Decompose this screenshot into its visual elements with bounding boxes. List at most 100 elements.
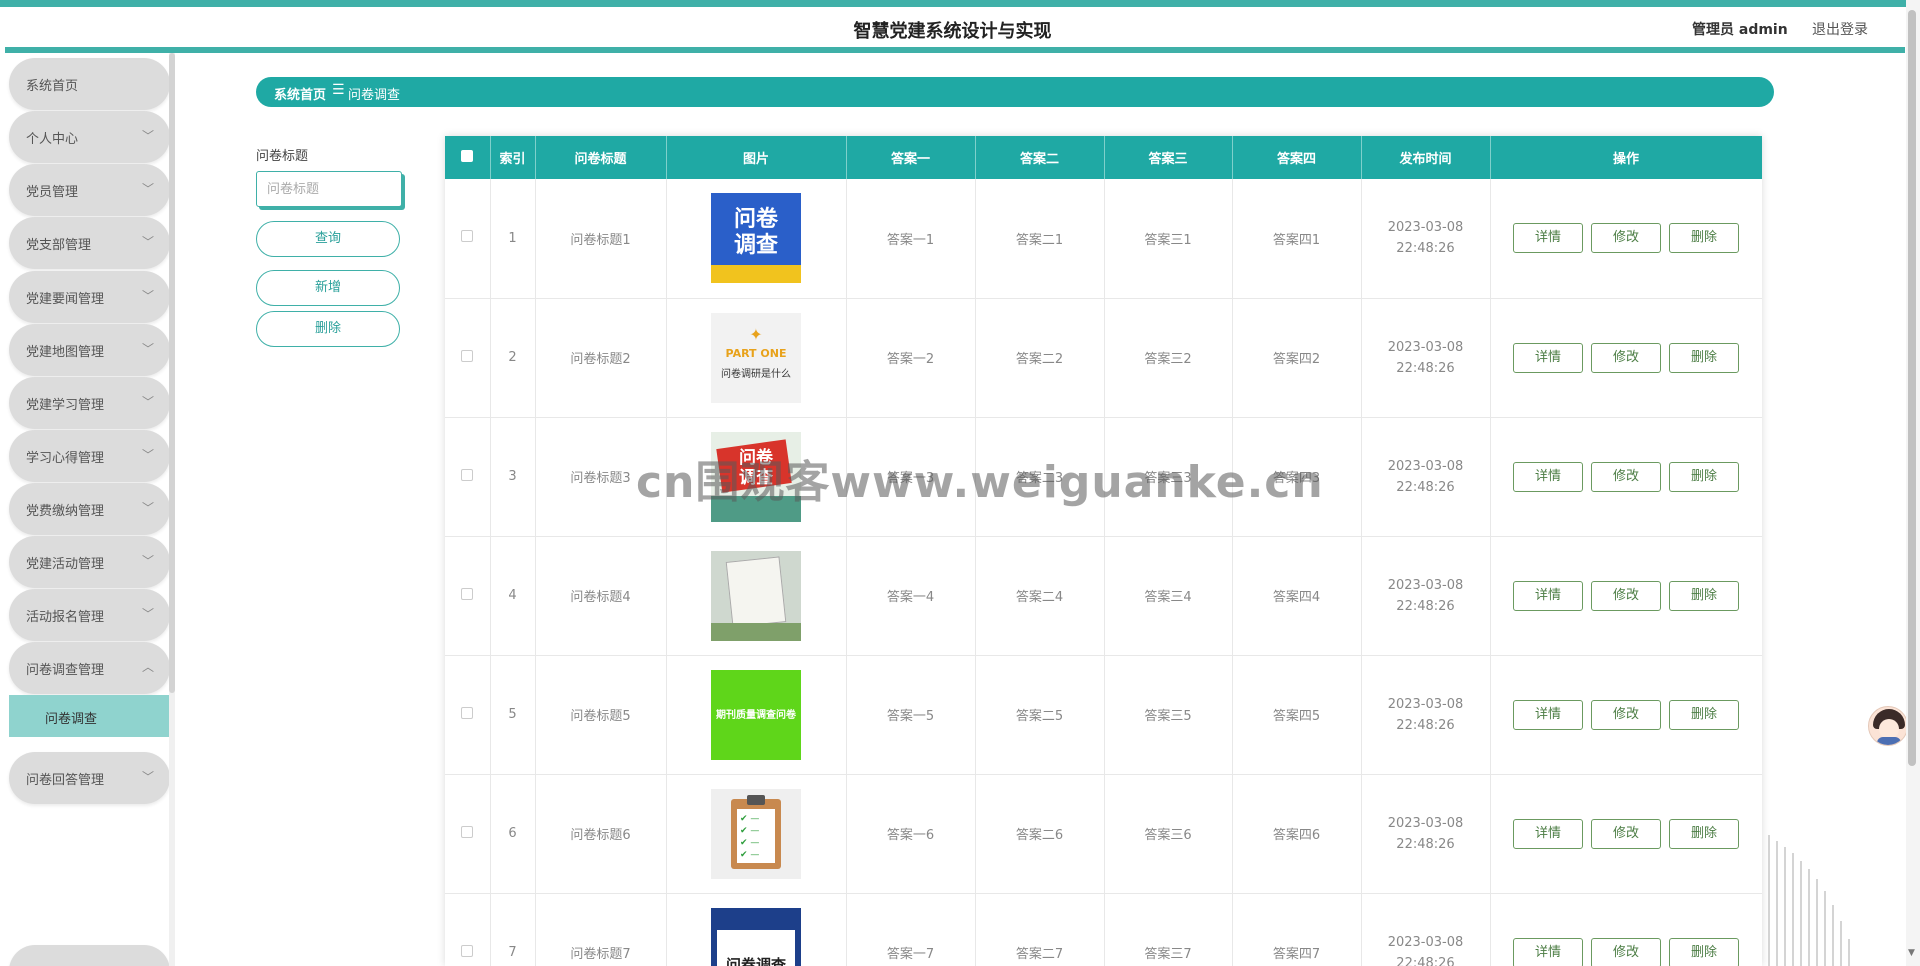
search-title-input[interactable] bbox=[256, 171, 402, 207]
image-subcaption: 问卷调研是什么 bbox=[721, 368, 791, 380]
scroll-down-arrow-icon[interactable]: ▼ bbox=[1908, 948, 1915, 958]
row-checkbox[interactable] bbox=[461, 230, 474, 243]
row-checkbox[interactable] bbox=[461, 944, 474, 957]
cell-answer-2: 答案二7 bbox=[975, 893, 1105, 966]
image-caption: 期刊质量调查问卷 bbox=[716, 709, 796, 721]
column-header: 图片 bbox=[666, 136, 847, 179]
avatar-face bbox=[1879, 719, 1899, 739]
row-checkbox[interactable] bbox=[461, 825, 474, 838]
delete-button[interactable]: 删除 bbox=[1669, 818, 1739, 849]
cell-answer-2: 答案二5 bbox=[975, 655, 1105, 775]
sidebar-scrollbar-thumb[interactable] bbox=[169, 53, 175, 693]
sidebar-item-home[interactable]: 系统首页 bbox=[9, 58, 170, 110]
add-button[interactable]: 新增 bbox=[256, 270, 400, 306]
breadcrumb-current: 问卷调查 bbox=[348, 88, 401, 103]
chevron-down-icon: ﹀ bbox=[141, 448, 154, 462]
chevron-up-icon: ︿ bbox=[141, 660, 154, 674]
cell-answer-2: 答案二4 bbox=[975, 536, 1105, 656]
edit-button[interactable]: 修改 bbox=[1591, 223, 1661, 254]
sidebar-item-study-mgmt[interactable]: 党建学习管理 ﹀ bbox=[9, 377, 170, 429]
edit-button[interactable]: 修改 bbox=[1591, 342, 1661, 373]
sidebar-item-answer-mgmt[interactable]: 问卷回答管理 ﹀ bbox=[9, 752, 170, 804]
delete-button[interactable]: 删除 bbox=[1669, 461, 1739, 492]
edit-button[interactable]: 修改 bbox=[1591, 580, 1661, 611]
avatar-body bbox=[1877, 737, 1901, 745]
row-checkbox[interactable] bbox=[461, 349, 474, 362]
assistant-avatar[interactable] bbox=[1868, 706, 1908, 746]
column-header: 答案一 bbox=[846, 136, 976, 179]
detail-button[interactable]: 详情 bbox=[1513, 223, 1583, 254]
delete-button[interactable]: 删除 bbox=[1669, 580, 1739, 611]
cell-answer-2: 答案二6 bbox=[975, 774, 1105, 894]
sidebar-subitem-survey[interactable]: 问卷调查 bbox=[9, 695, 171, 737]
detail-button[interactable]: 详情 bbox=[1513, 342, 1583, 373]
detail-button[interactable]: 详情 bbox=[1513, 461, 1583, 492]
page-scrollbar-thumb[interactable] bbox=[1908, 10, 1916, 766]
detail-button[interactable]: 详情 bbox=[1513, 580, 1583, 611]
sidebar-item-member-mgmt[interactable]: 党员管理 ﹀ bbox=[9, 164, 170, 216]
sidebar-item-survey-mgmt[interactable]: 问卷调查管理 ︿ bbox=[9, 642, 170, 694]
sidebar-item-label: 个人中心 bbox=[26, 132, 79, 147]
select-all-checkbox[interactable] bbox=[461, 149, 474, 162]
row-checkbox[interactable] bbox=[461, 706, 474, 719]
app-title: 智慧党建系统设计与实现 bbox=[853, 21, 1052, 42]
edit-button[interactable]: 修改 bbox=[1591, 699, 1661, 730]
sidebar-item-map-mgmt[interactable]: 党建地图管理 ﹀ bbox=[9, 324, 170, 376]
chevron-down-icon: ﹀ bbox=[141, 235, 154, 249]
detail-button[interactable]: 详情 bbox=[1513, 699, 1583, 730]
star-icon: ✦ bbox=[749, 324, 763, 344]
delete-button[interactable]: 删除 bbox=[1669, 223, 1739, 254]
batch-delete-button[interactable]: 删除 bbox=[256, 311, 400, 347]
sidebar-item-insights-mgmt[interactable]: 学习心得管理 ﹀ bbox=[9, 430, 170, 482]
detail-button[interactable]: 详情 bbox=[1513, 818, 1583, 849]
survey-image: 问卷 调查 bbox=[711, 431, 801, 522]
sidebar-subitem-label: 问卷调查 bbox=[45, 712, 98, 727]
image-caption: 问卷调查 bbox=[725, 955, 786, 966]
select-all-header[interactable] bbox=[445, 136, 491, 179]
sidebar-item-more[interactable] bbox=[9, 945, 170, 966]
row-checkbox[interactable] bbox=[461, 468, 474, 481]
sidebar-item-personal-center[interactable]: 个人中心 ﹀ bbox=[9, 111, 170, 163]
sidebar-item-label: 党建要闻管理 bbox=[26, 292, 105, 307]
top-accent-stripe bbox=[0, 0, 1920, 7]
cell-index: 2 bbox=[490, 298, 536, 418]
sidebar-item-activity-mgmt[interactable]: 党建活动管理 ﹀ bbox=[9, 536, 170, 588]
cell-answer-4: 答案四5 bbox=[1232, 655, 1362, 775]
sidebar-item-branch-mgmt[interactable]: 党支部管理 ﹀ bbox=[9, 217, 170, 269]
sidebar-item-label: 党支部管理 bbox=[26, 238, 92, 253]
edit-button[interactable]: 修改 bbox=[1591, 461, 1661, 492]
cell-publish-time: 2023-03-08 22:48:26 bbox=[1361, 179, 1491, 299]
column-header: 答案四 bbox=[1232, 136, 1362, 179]
breadcrumb-home[interactable]: 系统首页 bbox=[274, 84, 326, 103]
column-header: 操作 bbox=[1490, 136, 1762, 179]
sidebar-item-signup-mgmt[interactable]: 活动报名管理 ﹀ bbox=[9, 589, 170, 641]
query-button[interactable]: 查询 bbox=[256, 221, 400, 257]
row-checkbox[interactable] bbox=[461, 587, 474, 600]
cell-title: 问卷标题4 bbox=[535, 536, 667, 656]
table-row: 1 问卷标题1 问卷 调查 答案一1 答案二1 答案三1 答案四1 2023-0… bbox=[445, 179, 1762, 299]
image-paper bbox=[725, 555, 787, 628]
cell-index: 6 bbox=[490, 774, 536, 894]
delete-button[interactable]: 删除 bbox=[1669, 342, 1739, 373]
edit-button[interactable]: 修改 bbox=[1591, 818, 1661, 849]
cell-index: 4 bbox=[490, 536, 536, 656]
delete-button[interactable]: 删除 bbox=[1669, 699, 1739, 730]
chevron-down-icon: ﹀ bbox=[141, 770, 154, 784]
cell-answer-3: 答案三5 bbox=[1104, 655, 1233, 775]
cell-title: 问卷标题7 bbox=[535, 893, 667, 966]
cell-answer-3: 答案三7 bbox=[1104, 893, 1233, 966]
sidebar-item-dues-mgmt[interactable]: 党费缴纳管理 ﹀ bbox=[9, 483, 170, 535]
chevron-down-icon: ﹀ bbox=[141, 342, 154, 356]
sidebar-item-news-mgmt[interactable]: 党建要闻管理 ﹀ bbox=[9, 271, 170, 323]
sidebar-item-label: 系统首页 bbox=[26, 79, 79, 94]
detail-button[interactable]: 详情 bbox=[1513, 937, 1583, 966]
edit-button[interactable]: 修改 bbox=[1591, 937, 1661, 966]
table-row: 2 问卷标题2 ✦ PART ONE 问卷调研是什么 答案一2 答案二2 答案三… bbox=[445, 298, 1762, 418]
logout-link[interactable]: 退出登录 bbox=[1812, 19, 1868, 39]
chevron-down-icon: ﹀ bbox=[141, 607, 154, 621]
cell-title: 问卷标题3 bbox=[535, 417, 667, 537]
image-ground bbox=[711, 622, 801, 641]
delete-button[interactable]: 删除 bbox=[1669, 937, 1739, 966]
sidebar-item-label: 问卷回答管理 bbox=[26, 773, 105, 788]
image-caption: 问卷 调查 bbox=[739, 447, 773, 488]
